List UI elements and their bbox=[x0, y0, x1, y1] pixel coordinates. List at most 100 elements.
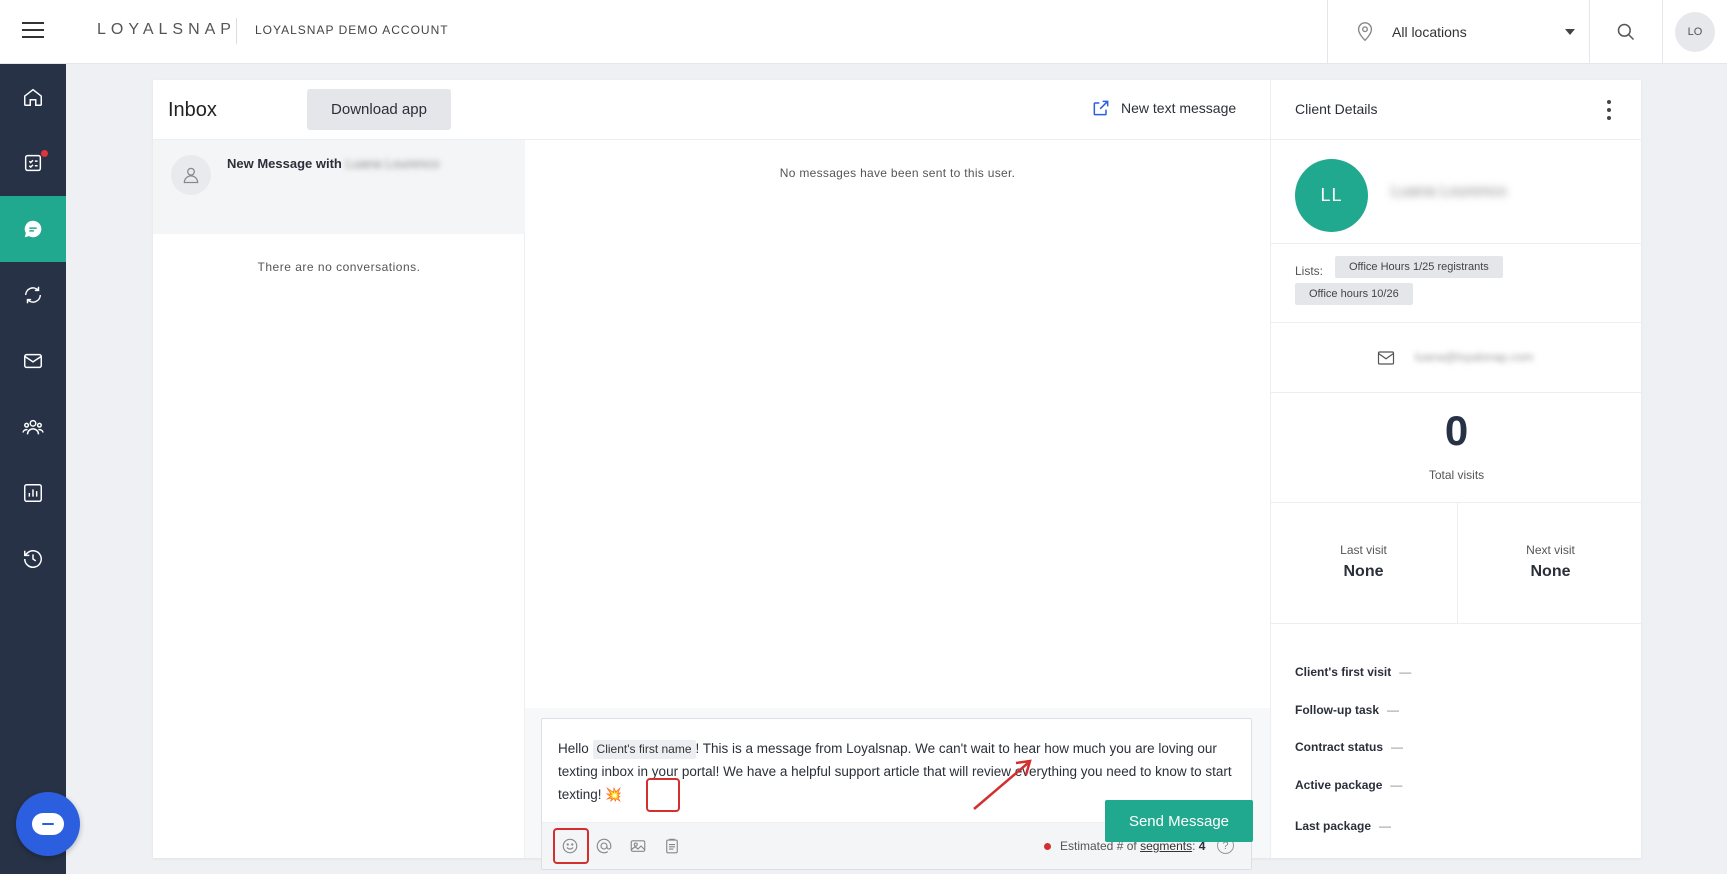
client-avatar: LL bbox=[1295, 159, 1368, 232]
chevron-down-icon bbox=[1565, 29, 1575, 35]
new-text-message-label: New text message bbox=[1121, 100, 1237, 116]
field-value: — bbox=[1387, 703, 1399, 717]
location-label: All locations bbox=[1392, 24, 1467, 40]
last-visit-label: Last visit bbox=[1340, 543, 1387, 557]
last-visit-block: Last visit None bbox=[1271, 503, 1456, 624]
emoji-collision: 💥 bbox=[605, 787, 623, 802]
template-button[interactable] bbox=[660, 834, 684, 858]
visit-summary: Last visit None Next visit None bbox=[1271, 503, 1642, 624]
home-icon bbox=[24, 88, 42, 106]
client-email[interactable]: luana@loyalsnap.com bbox=[1415, 350, 1533, 364]
field-label: Contract status bbox=[1295, 740, 1384, 754]
support-chat-button[interactable] bbox=[16, 792, 80, 856]
location-pin-icon bbox=[1357, 22, 1373, 42]
total-visits-count: 0 bbox=[1444, 407, 1469, 454]
search-button[interactable] bbox=[1589, 0, 1662, 64]
sync-icon bbox=[24, 286, 42, 304]
total-visits-block: 0 Total visits bbox=[1271, 393, 1642, 503]
conversation-title: New Message with Luana Lourenco bbox=[227, 156, 439, 171]
nav-automations[interactable] bbox=[0, 262, 66, 328]
external-link-icon bbox=[1093, 100, 1109, 116]
page-title: Inbox bbox=[168, 99, 217, 121]
field-label: Last package bbox=[1295, 819, 1372, 833]
client-details-panel: Client Details LL Luana Lourenco Lists: … bbox=[1270, 80, 1642, 858]
field-label: Active package bbox=[1295, 778, 1383, 792]
top-bar: LOYALSNAP LOYALSNAP DEMO ACCOUNT All loc… bbox=[0, 0, 1727, 64]
nav-home[interactable] bbox=[0, 64, 66, 130]
download-app-button[interactable]: Download app bbox=[307, 89, 451, 130]
image-icon bbox=[630, 840, 646, 852]
list-tag[interactable]: Office Hours 1/25 registrants bbox=[1335, 256, 1503, 278]
field-label: Follow-up task bbox=[1295, 703, 1379, 717]
send-message-button[interactable]: Send Message bbox=[1105, 800, 1253, 842]
chat-icon bbox=[32, 813, 64, 835]
people-icon bbox=[22, 419, 44, 435]
menu-icon[interactable] bbox=[22, 22, 44, 40]
brand-logo[interactable]: LOYALSNAP bbox=[97, 21, 236, 39]
nav-inbox[interactable] bbox=[0, 196, 66, 262]
field-last-package: Last package — bbox=[1295, 819, 1391, 833]
history-icon bbox=[24, 550, 42, 568]
empty-messages-text: No messages have been sent to this user. bbox=[779, 166, 1016, 180]
merge-tag-chip[interactable]: Client's first name bbox=[592, 740, 696, 759]
brand-divider bbox=[236, 18, 237, 44]
inbox-header: Inbox Download app New text message bbox=[153, 80, 1270, 140]
total-visits-label: Total visits bbox=[1428, 468, 1485, 482]
nav-email[interactable] bbox=[0, 328, 66, 394]
location-selector[interactable]: All locations bbox=[1327, 0, 1589, 64]
notification-dot bbox=[41, 150, 48, 157]
nav-clients[interactable] bbox=[0, 394, 66, 460]
new-text-message-button[interactable]: New text message bbox=[1091, 98, 1236, 118]
next-visit-value: None bbox=[1530, 563, 1571, 580]
list-tag[interactable]: Office hours 10/26 bbox=[1295, 283, 1413, 305]
lists-label: Lists: bbox=[1295, 264, 1324, 278]
field-value: — bbox=[1391, 740, 1404, 754]
highlight-emoji-box bbox=[646, 778, 680, 812]
message-text-start: Hello bbox=[558, 741, 589, 756]
nav-reports[interactable] bbox=[0, 460, 66, 526]
clipboard-icon bbox=[666, 838, 678, 854]
conversation-title-label: New Message with bbox=[227, 156, 342, 171]
highlight-emoji-button-box bbox=[553, 828, 589, 864]
field-follow-up-task: Follow-up task — bbox=[1295, 703, 1399, 717]
user-menu: LO bbox=[1662, 0, 1727, 64]
avatar bbox=[171, 155, 211, 195]
field-first-visit: Client's first visit — bbox=[1295, 665, 1411, 679]
chart-icon bbox=[24, 484, 42, 502]
client-details-header: Client Details bbox=[1271, 80, 1642, 140]
last-visit-value: None bbox=[1343, 563, 1384, 580]
annotation-arrow-icon bbox=[973, 759, 1032, 810]
mail-icon bbox=[1377, 351, 1395, 365]
next-visit-label: Next visit bbox=[1526, 543, 1575, 557]
client-email-row: luana@loyalsnap.com bbox=[1271, 323, 1642, 393]
mention-button[interactable] bbox=[592, 834, 616, 858]
client-profile: LL Luana Lourenco bbox=[1271, 140, 1642, 244]
conversation-contact-name: Luana Lourenco bbox=[345, 156, 440, 171]
field-value: — bbox=[1399, 665, 1412, 679]
chat-icon bbox=[24, 220, 42, 238]
client-name: Luana Lourenco bbox=[1391, 183, 1507, 200]
client-lists: Lists: Office Hours 1/25 registrants Off… bbox=[1271, 244, 1642, 323]
field-value: — bbox=[1379, 819, 1392, 833]
mail-icon bbox=[24, 353, 42, 369]
next-visit-block: Next visit None bbox=[1457, 503, 1642, 624]
inbox-card: Inbox Download app New text message New … bbox=[153, 80, 1642, 870]
client-details-title: Client Details bbox=[1295, 101, 1378, 117]
field-label: Client's first visit bbox=[1295, 665, 1392, 679]
segments-status-dot bbox=[1044, 843, 1051, 850]
field-active-package: Active package — bbox=[1295, 778, 1402, 792]
avatar[interactable]: LO bbox=[1675, 12, 1715, 52]
nav-tasks[interactable] bbox=[0, 130, 66, 196]
more-options-icon[interactable] bbox=[1601, 100, 1617, 120]
message-thread: No messages have been sent to this user.… bbox=[525, 140, 1270, 870]
at-sign-icon bbox=[596, 838, 612, 854]
image-button[interactable] bbox=[626, 834, 650, 858]
empty-conversations-text: There are no conversations. bbox=[257, 260, 421, 274]
list-item[interactable]: New Message with Luana Lourenco bbox=[153, 140, 525, 234]
user-icon bbox=[183, 167, 199, 184]
message-composer[interactable]: Hello Client's first name! This is a mes… bbox=[541, 718, 1252, 870]
sidebar bbox=[0, 64, 66, 874]
conversation-list: New Message with Luana Lourenco There ar… bbox=[153, 140, 525, 858]
account-name: LOYALSNAP DEMO ACCOUNT bbox=[255, 23, 449, 37]
nav-history[interactable] bbox=[0, 526, 66, 592]
